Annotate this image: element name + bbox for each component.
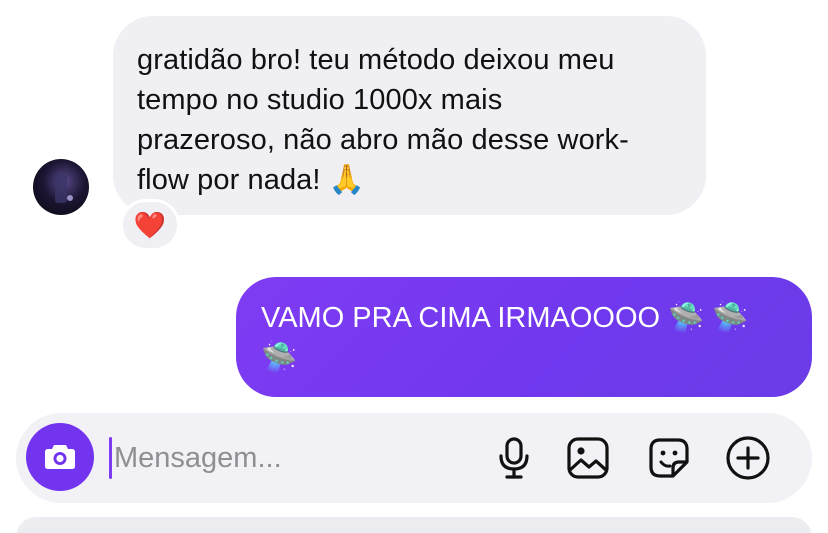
message-line: gratidão bro! teu método deixou meu: [137, 44, 615, 76]
gallery-icon: [567, 437, 609, 479]
microphone-icon: [499, 437, 529, 479]
plus-icon: [726, 436, 770, 480]
message-line: tempo no studio 1000x mais: [137, 84, 503, 116]
sticker-button[interactable]: [645, 434, 693, 482]
avatar-light: [67, 195, 73, 201]
message-line: VAMO PRA CIMA IRMAOOOO 🛸 🛸: [261, 302, 749, 334]
keyboard-edge: [16, 517, 812, 533]
more-options-button[interactable]: [724, 434, 772, 482]
message-line: 🛸: [261, 342, 298, 374]
text-cursor: [109, 437, 112, 479]
incoming-message-bubble[interactable]: gratidão bro! teu método deixou meu temp…: [113, 16, 706, 215]
outgoing-message-bubble[interactable]: VAMO PRA CIMA IRMAOOOO 🛸 🛸 🛸: [236, 277, 812, 397]
gallery-button[interactable]: [564, 434, 612, 482]
heart-reaction-emoji: ❤️: [133, 210, 167, 240]
sticker-icon: [649, 438, 689, 478]
message-composer: [16, 413, 812, 503]
chat-screen: gratidão bro! teu método deixou meu temp…: [0, 0, 828, 533]
microphone-button[interactable]: [490, 434, 538, 482]
message-line: prazeroso, não abro mão desse work-: [137, 124, 629, 156]
message-input[interactable]: [114, 435, 474, 481]
contact-avatar[interactable]: [33, 159, 89, 215]
message-line: flow por nada! 🙏: [137, 164, 365, 196]
camera-icon: [45, 445, 75, 469]
camera-button[interactable]: [26, 423, 94, 491]
avatar-figure: [55, 173, 67, 203]
heart-reaction-badge[interactable]: ❤️: [120, 199, 180, 251]
